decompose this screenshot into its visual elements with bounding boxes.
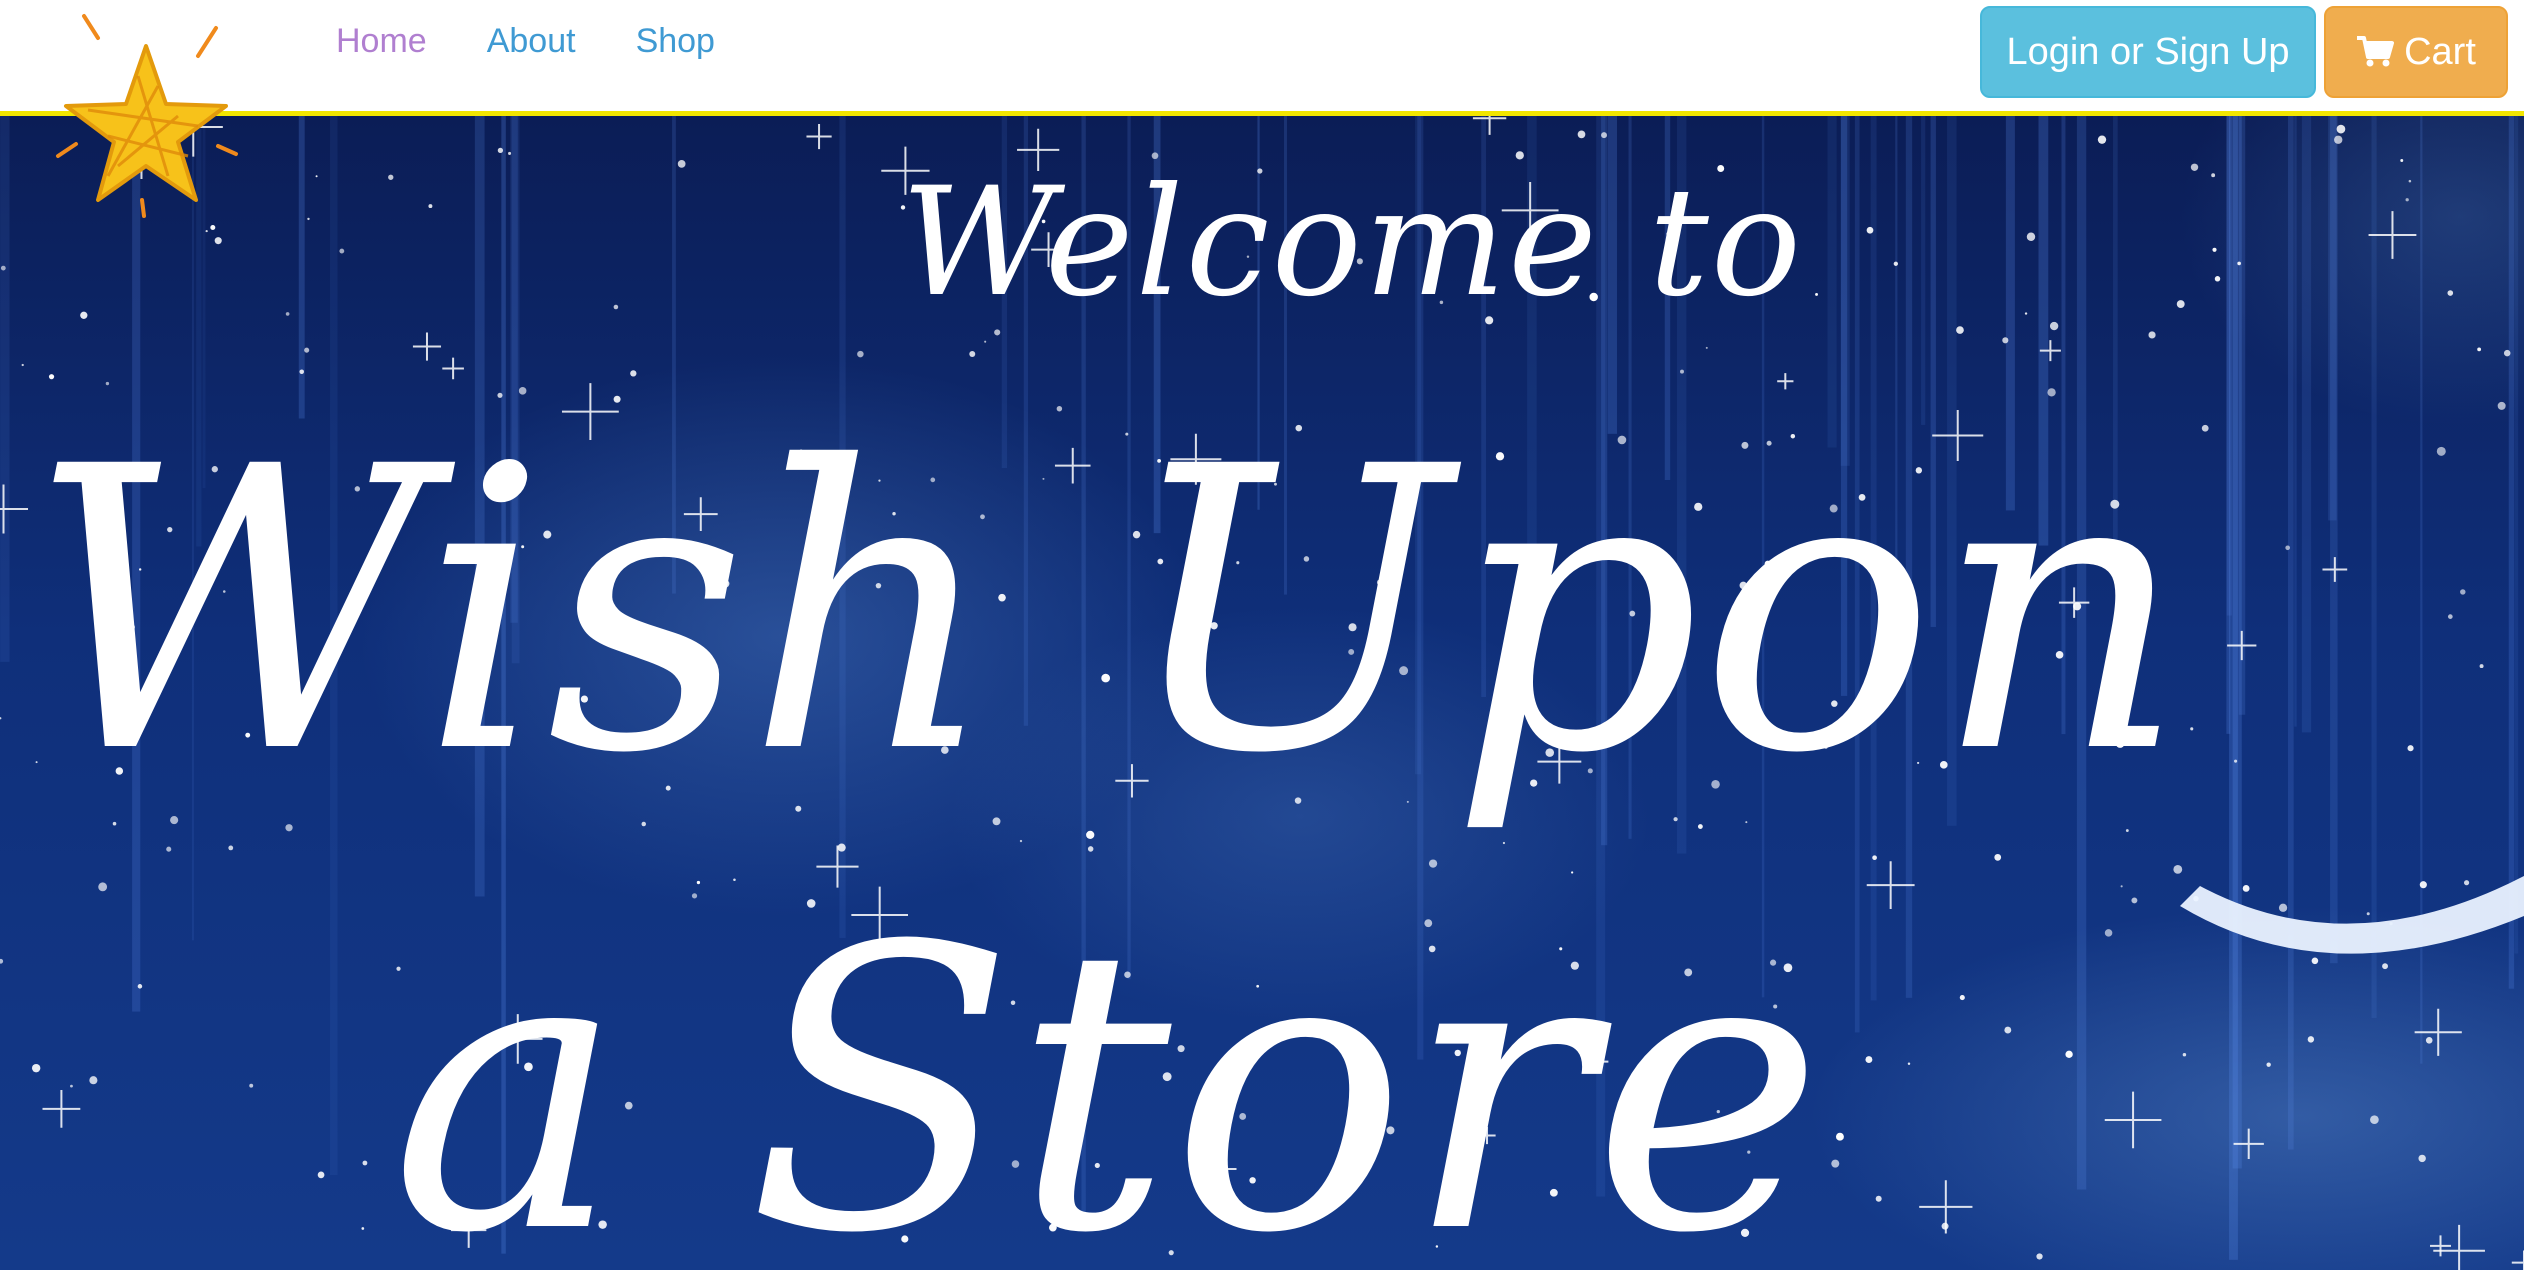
- shopping-cart-icon: [2357, 36, 2395, 67]
- hero-banner: Welcome to Wish Upon a Store: [0, 116, 2524, 1270]
- main-nav: Home About Shop: [336, 22, 715, 61]
- nav-link-home[interactable]: Home: [336, 22, 427, 61]
- cart-label: Cart: [2404, 30, 2476, 73]
- login-signup-label: Login or Sign Up: [2006, 30, 2290, 73]
- welcome-heading: Welcome to: [900, 156, 1804, 330]
- top-navbar: Home About Shop Login or Sign Up Cart: [0, 0, 2524, 116]
- nav-link-shop[interactable]: Shop: [636, 22, 715, 61]
- login-signup-button[interactable]: Login or Sign Up: [1980, 6, 2316, 98]
- cart-button[interactable]: Cart: [2324, 6, 2508, 98]
- store-title-line2: a Store: [390, 864, 1824, 1270]
- nav-link-about[interactable]: About: [487, 22, 576, 61]
- star-logo-icon[interactable]: [48, 6, 248, 226]
- store-title-line1: Wish Upon: [27, 384, 2187, 838]
